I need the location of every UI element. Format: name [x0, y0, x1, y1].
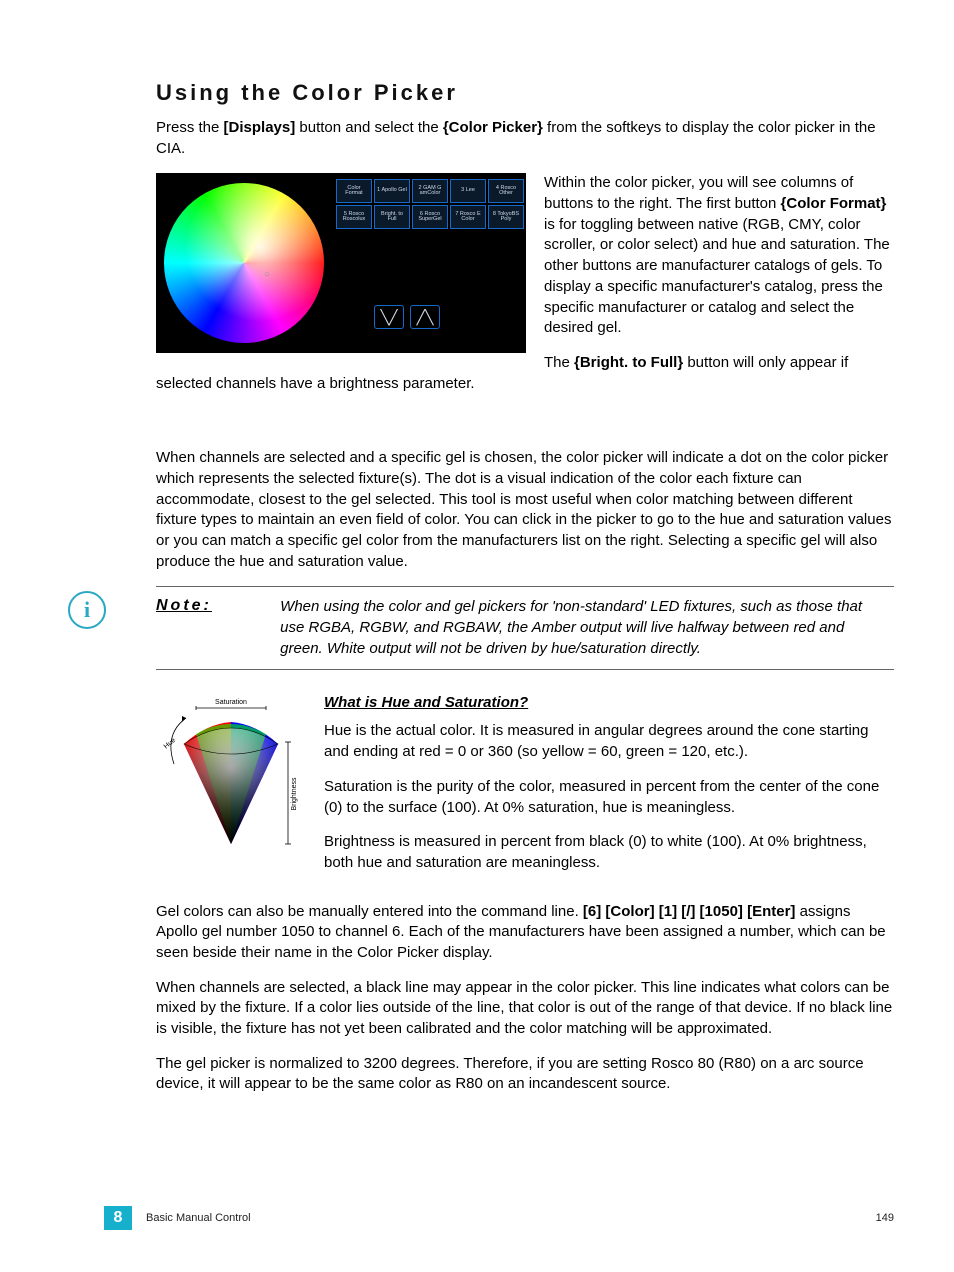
section-heading: Using the Color Picker [156, 80, 894, 106]
sat-label: Saturation [215, 699, 247, 706]
hsv-cone-figure: Saturation [156, 694, 306, 868]
chevron-up-icon[interactable]: ╱╲ [410, 305, 440, 329]
intro-block: Press the [Displays] button and select t… [156, 118, 894, 408]
color-wheel-icon: ○ [164, 183, 324, 343]
chapter-badge: 8 [104, 1206, 132, 1230]
text: Press the [156, 119, 224, 136]
info-icon: i [68, 591, 106, 629]
note-label: Note: [156, 597, 276, 615]
after-p2: When channels are selected, a black line… [156, 978, 894, 1040]
text: button and select the [295, 119, 443, 136]
color-picker-figure: ○ Color Format 1 Apollo Gel 2 GAM G amCo… [156, 173, 526, 353]
picker-btn-supergel[interactable]: 6 Rosco SuperGel [412, 205, 448, 229]
text: Gel colors can also be manually entered … [156, 903, 583, 920]
color-format-ref: {Color Format} [781, 195, 887, 212]
page-number: 149 [876, 1212, 894, 1224]
picker-chevrons: ╲╱ ╱╲ [374, 305, 440, 329]
after-p3: The gel picker is normalized to 3200 deg… [156, 1054, 894, 1095]
hsv-cone-icon: Saturation [156, 694, 306, 864]
page-content: Using the Color Picker Press the [Displa… [0, 0, 954, 1272]
note-block: i Note: When using the color and gel pic… [156, 586, 894, 670]
right-paragraph-2: The {Bright. to Full} button will only a… [156, 353, 894, 394]
chevron-down-icon[interactable]: ╲╱ [374, 305, 404, 329]
after-p1: Gel colors can also be manually entered … [156, 902, 894, 964]
color-picker-softkey-ref: {Color Picker} [443, 119, 543, 136]
picker-button-grid: Color Format 1 Apollo Gel 2 GAM G amColo… [336, 179, 524, 229]
intro-paragraph: Press the [Displays] button and select t… [156, 118, 894, 159]
hue-label: Hue [163, 737, 177, 751]
picker-btn-rosco-other[interactable]: 4 Rosco Other [488, 179, 524, 203]
picker-btn-lee[interactable]: 3 Lee [450, 179, 486, 203]
text: button will only appear if selected chan… [156, 354, 848, 392]
bright-label: Brightness [291, 777, 298, 811]
bright-full-ref: {Bright. to Full} [574, 354, 683, 371]
picker-btn-roscolux[interactable]: 5 Rosco Roscolux [336, 205, 372, 229]
mid-paragraph: When channels are selected and a specifi… [156, 448, 894, 572]
picker-btn-apollo[interactable]: 1 Apollo Gel [374, 179, 410, 203]
text: The [544, 354, 574, 371]
page-footer: 8 Basic Manual Control 149 [0, 1206, 954, 1230]
picker-btn-ecolor[interactable]: 7 Rosco E Color [450, 205, 486, 229]
footer-section: Basic Manual Control [146, 1212, 251, 1224]
text: is for toggling between native (RGB, CMY… [544, 216, 890, 336]
displays-button-ref: [Displays] [224, 119, 296, 136]
picker-btn-tokyobs[interactable]: 8 TokyoBS Poly [488, 205, 524, 229]
picker-btn-gam[interactable]: 2 GAM G amColor [412, 179, 448, 203]
picker-btn-color-format[interactable]: Color Format [336, 179, 372, 203]
picker-btn-bright-full[interactable]: Bright. to Full [374, 205, 410, 229]
selection-marker-icon: ○ [264, 269, 270, 280]
hue-sat-block: Saturation [156, 694, 894, 887]
note-body: When using the color and gel pickers for… [280, 597, 888, 659]
command-example: [6] [Color] [1] [/] [1050] [Enter] [583, 903, 796, 920]
